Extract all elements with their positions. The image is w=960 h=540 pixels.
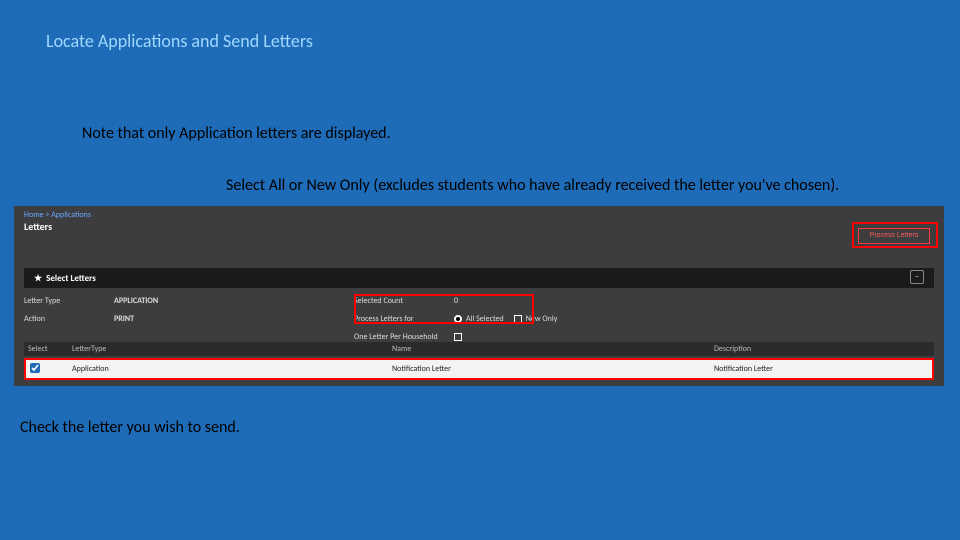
row-select-checkbox[interactable]: [30, 363, 40, 373]
col-select: Select: [24, 344, 72, 354]
row-letter-type: Application: [72, 364, 392, 374]
table-row[interactable]: Application Notification Letter Notifica…: [24, 360, 934, 378]
collapse-icon[interactable]: −: [910, 270, 924, 284]
application-panel: Home > Applications Letters Process Lett…: [14, 206, 944, 386]
breadcrumb[interactable]: Home > Applications: [24, 210, 91, 220]
page-title: Letters: [24, 220, 52, 233]
one-per-household-checkbox[interactable]: [454, 333, 462, 341]
star-icon: ★: [34, 273, 42, 284]
row-name: Notification Letter: [392, 364, 714, 374]
process-letters-button[interactable]: Process Letters: [858, 228, 930, 244]
section-header: ★ Select Letters −: [24, 268, 934, 288]
slide-title: Locate Applications and Send Letters: [46, 30, 313, 52]
check-instruction: Check the letter you wish to send.: [20, 418, 240, 437]
letter-type-label: Letter Type: [24, 296, 114, 306]
col-description: Description: [714, 344, 934, 354]
process-for-label: Process Letters for: [354, 314, 454, 324]
col-name: Name: [392, 344, 714, 354]
radio-all-label: All Selected: [466, 314, 504, 324]
radio-new-only[interactable]: [514, 315, 522, 323]
selected-count-label: Selected Count: [354, 296, 454, 306]
radio-all-selected[interactable]: [454, 315, 462, 323]
select-instruction: Select All or New Only (excludes student…: [226, 176, 839, 195]
letter-type-value: APPLICATION: [114, 296, 354, 306]
action-label: Action: [24, 314, 114, 324]
table-header-row: Select LetterType Name Description: [24, 342, 934, 356]
row-description: Notification Letter: [714, 364, 934, 374]
selected-count-value: 0: [454, 296, 458, 306]
action-value: PRINT: [114, 314, 354, 324]
radio-new-label: New Only: [526, 314, 558, 324]
section-header-label: Select Letters: [46, 273, 96, 284]
note-text: Note that only Application letters are d…: [82, 124, 391, 143]
col-letter-type: LetterType: [72, 344, 392, 354]
one-per-household-label: One Letter Per Household: [354, 332, 454, 342]
